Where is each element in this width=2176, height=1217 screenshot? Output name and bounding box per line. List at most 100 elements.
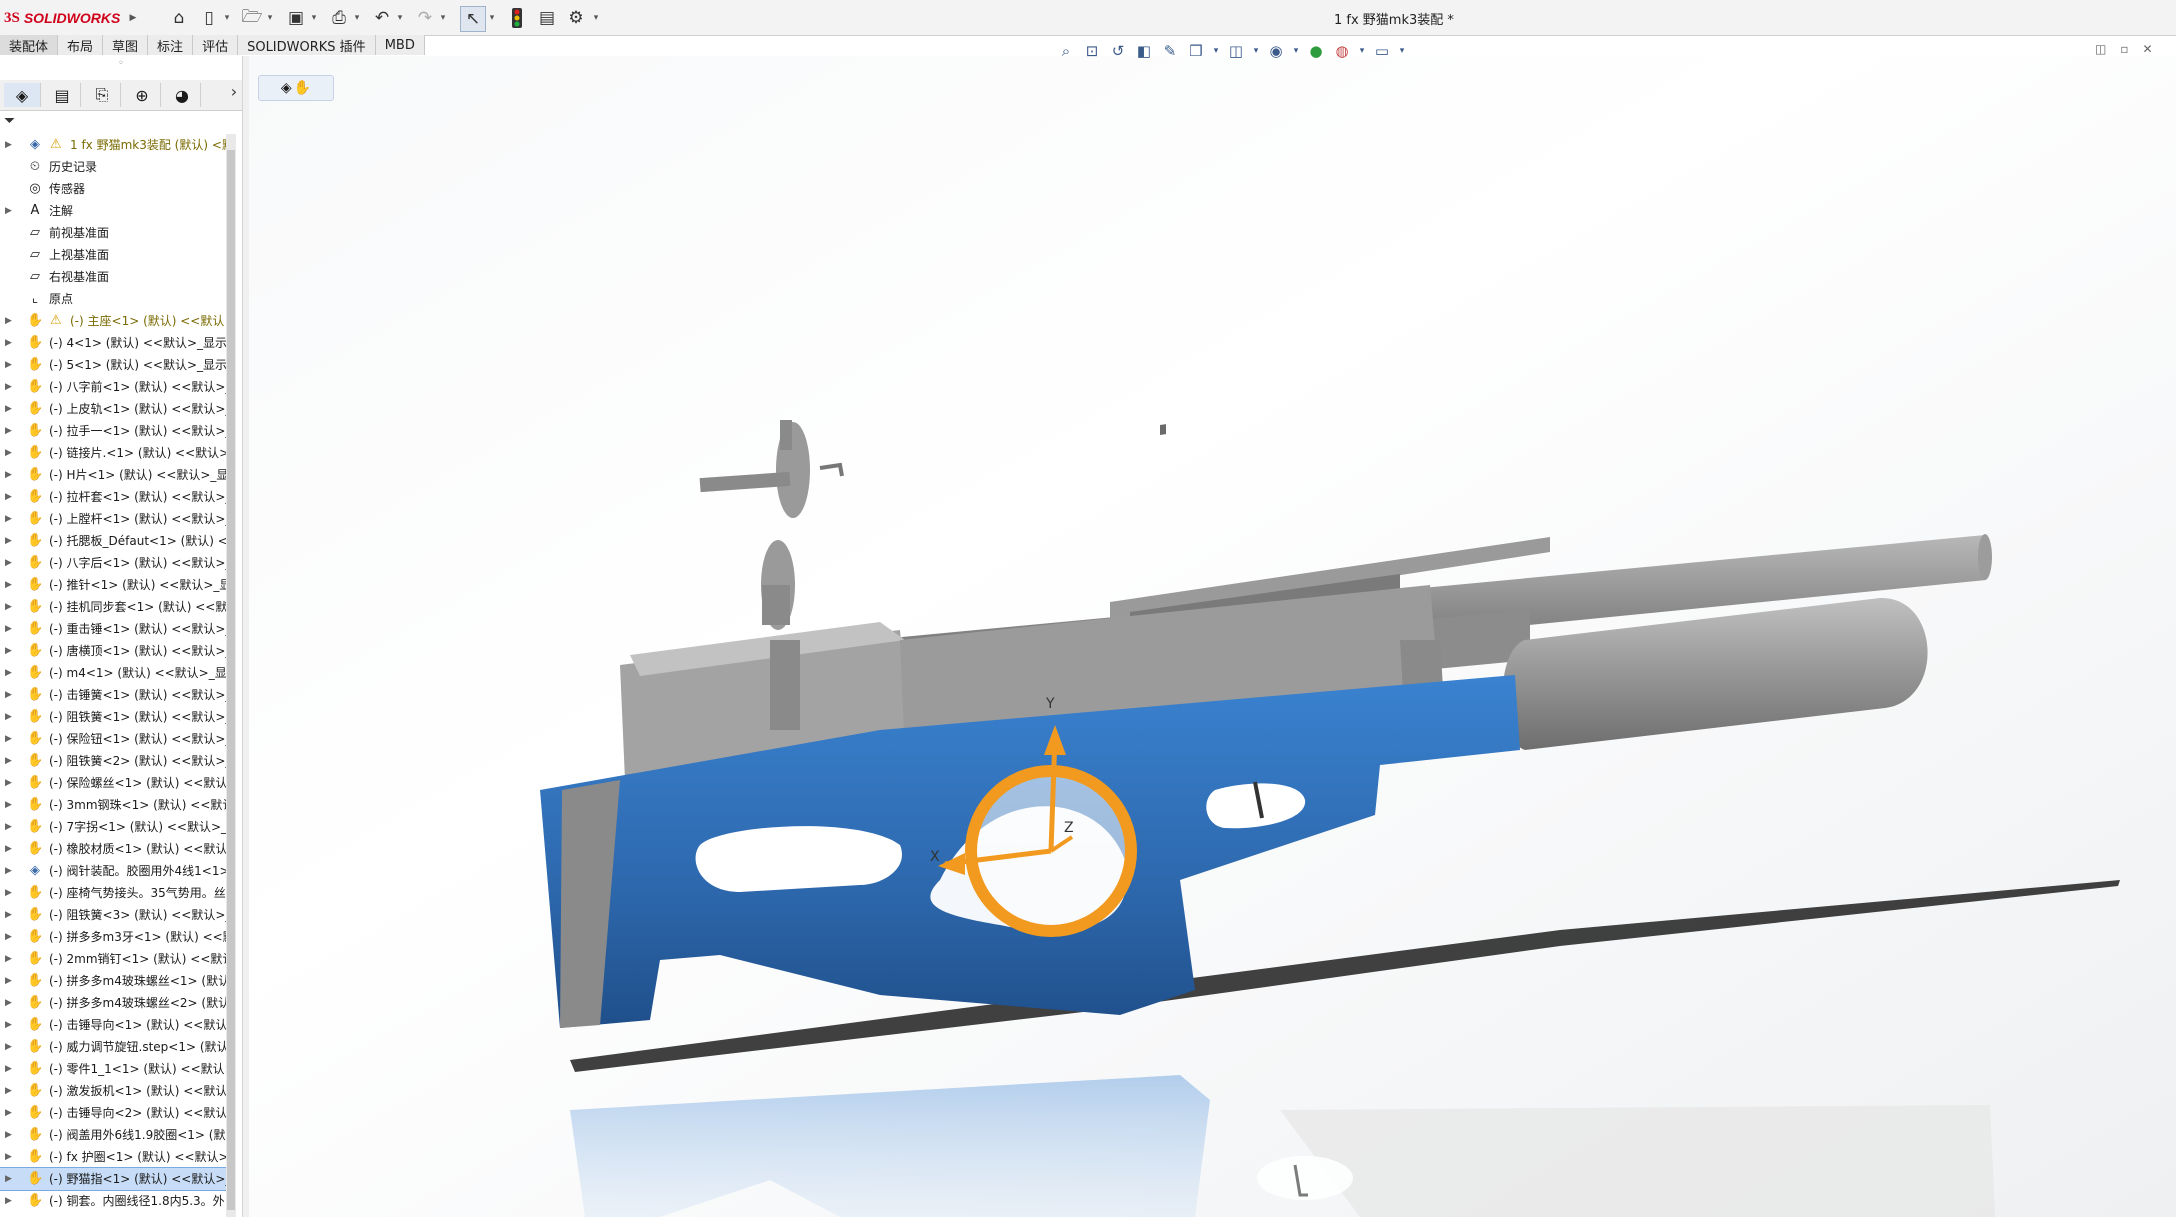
expand-arrow-icon[interactable]: ▶	[5, 1080, 15, 1102]
expand-arrow-icon[interactable]: ▶	[5, 794, 15, 816]
save-icon[interactable]: ▣	[284, 6, 308, 30]
print-icon[interactable]: ⎙	[327, 6, 351, 30]
tree-item[interactable]: ▶ ✋ (-) 7字拐<1> (默认) <<默认>_显	[0, 816, 232, 838]
tab-markup[interactable]: 标注	[148, 35, 194, 55]
expand-arrow-icon[interactable]: ▶	[5, 992, 15, 1014]
expand-arrow-icon[interactable]: ▶	[5, 948, 15, 970]
tree-item[interactable]: ⌞ 原点	[0, 288, 232, 310]
expand-arrow-icon[interactable]: ▶	[5, 706, 15, 728]
expand-arrow-icon[interactable]: ▶	[5, 1168, 15, 1190]
expand-arrow-icon[interactable]: ▶	[5, 728, 15, 750]
tree-item[interactable]: ▶ ✋ (-) 阀盖用外6线1.9胶圈<1> (默认	[0, 1124, 232, 1146]
expand-arrow-icon[interactable]: ▶	[5, 134, 15, 156]
expand-arrow-icon[interactable]: ▶	[5, 574, 15, 596]
logo-menu-arrow-icon[interactable]: ▶	[128, 6, 138, 30]
expand-arrow-icon[interactable]: ▶	[5, 464, 15, 486]
tab-evaluate[interactable]: 评估	[193, 35, 239, 55]
edit-appearance-icon[interactable]: ●	[1305, 40, 1327, 62]
hide-show-dropdown-icon[interactable]: ▾	[1291, 40, 1301, 62]
tree-item[interactable]: ▶ ✋ (-) 阻铁簧<2> (默认) <<默认>_	[0, 750, 232, 772]
tree-item[interactable]: ▶ ✋ (-) 保险钮<1> (默认) <<默认>_	[0, 728, 232, 750]
tree-item[interactable]: ▶ ✋ (-) 击锤导向<1> (默认) <<默认	[0, 1014, 232, 1036]
tree-item[interactable]: ▱ 前视基准面	[0, 222, 232, 244]
expand-arrow-icon[interactable]: ▶	[5, 772, 15, 794]
tree-item[interactable]: ▶ ✋ (-) 阻铁簧<3> (默认) <<默认>_	[0, 904, 232, 926]
panel-expand-arrow-icon[interactable]: ›	[227, 82, 241, 106]
tree-scrollbar-thumb[interactable]	[227, 150, 235, 1210]
tree-item[interactable]: ▶ ✋ (-) 八字前<1> (默认) <<默认>_	[0, 376, 232, 398]
previous-view-icon[interactable]: ↺	[1107, 40, 1129, 62]
new-document-icon[interactable]: ▯	[197, 6, 221, 30]
expand-arrow-icon[interactable]: ▶	[5, 882, 15, 904]
zoom-to-area-icon[interactable]: ⊡	[1081, 40, 1103, 62]
expand-arrow-icon[interactable]: ▶	[5, 354, 15, 376]
rebuild-traffic-light-icon[interactable]	[505, 6, 529, 30]
tree-item[interactable]: ⏲ 历史记录	[0, 156, 232, 178]
expand-arrow-icon[interactable]: ▶	[5, 420, 15, 442]
tree-item[interactable]: ▶ ✋ (-) 托腮板_Défaut<1> (默认) <	[0, 530, 232, 552]
expand-arrow-icon[interactable]: ▶	[5, 1102, 15, 1124]
solidworks-logo[interactable]: 3S SOLIDWORKS	[4, 8, 120, 28]
dynamic-annotation-icon[interactable]: ✎	[1159, 40, 1181, 62]
tree-filter-icon[interactable]: ⏷	[4, 113, 236, 133]
redo-icon[interactable]: ↷	[413, 6, 437, 30]
tree-item[interactable]: ▶ ✋ ⚠ (-) 主座<1> (默认) <<默认	[0, 310, 232, 332]
new-dropdown-icon[interactable]: ▾	[222, 6, 232, 30]
tree-item[interactable]: ▶ ✋ (-) 击锤簧<1> (默认) <<默认>_	[0, 684, 232, 706]
apply-scene-icon[interactable]: ◍	[1331, 40, 1353, 62]
expand-arrow-icon[interactable]: ▶	[5, 816, 15, 838]
expand-arrow-icon[interactable]: ▶	[5, 1124, 15, 1146]
view-orientation-icon[interactable]: ❒	[1185, 40, 1207, 62]
panel-grip-icon[interactable]: ◦	[0, 58, 242, 72]
tree-item[interactable]: ▶ ✋ (-) 上膛杆<1> (默认) <<默认>_	[0, 508, 232, 530]
tree-item[interactable]: ▶ ✋ (-) 推针<1> (默认) <<默认>_显	[0, 574, 232, 596]
expand-arrow-icon[interactable]: ▶	[5, 398, 15, 420]
undo-icon[interactable]: ↶	[370, 6, 394, 30]
expand-arrow-icon[interactable]: ▶	[5, 904, 15, 926]
undo-dropdown-icon[interactable]: ▾	[395, 6, 405, 30]
open-folder-icon[interactable]: 🗁	[240, 6, 264, 30]
tab-addins[interactable]: SOLIDWORKS 插件	[238, 35, 376, 55]
part-breadcrumb-icon[interactable]: ✋	[294, 80, 311, 96]
home-icon[interactable]: ⌂	[167, 6, 191, 30]
tree-item[interactable]: ▶ ✋ (-) 重击锤<1> (默认) <<默认>_	[0, 618, 232, 640]
expand-arrow-icon[interactable]: ▶	[5, 310, 15, 332]
tree-item[interactable]: ▶ ✋ (-) m4<1> (默认) <<默认>_显示	[0, 662, 232, 684]
tree-item[interactable]: ▶ ✋ (-) 阻铁簧<1> (默认) <<默认>_	[0, 706, 232, 728]
zoom-to-fit-icon[interactable]: ⌕	[1055, 40, 1077, 62]
expand-arrow-icon[interactable]: ▶	[5, 596, 15, 618]
tree-item[interactable]: ▱ 上视基准面	[0, 244, 232, 266]
expand-arrow-icon[interactable]: ▶	[5, 684, 15, 706]
model-render[interactable]	[249, 56, 2176, 1217]
expand-arrow-icon[interactable]: ▶	[5, 618, 15, 640]
expand-arrow-icon[interactable]: ▶	[5, 1146, 15, 1168]
save-dropdown-icon[interactable]: ▾	[309, 6, 319, 30]
expand-arrow-icon[interactable]: ▶	[5, 486, 15, 508]
tree-item[interactable]: ▶ A 注解	[0, 200, 232, 222]
selection-breadcrumb[interactable]: ◈ ✋	[258, 75, 334, 101]
expand-arrow-icon[interactable]: ▶	[5, 332, 15, 354]
tree-item[interactable]: ▶ ✋ (-) 链接片.<1> (默认) <<默认>_	[0, 442, 232, 464]
tree-item[interactable]: ▶ ✋ (-) 保险螺丝<1> (默认) <<默认	[0, 772, 232, 794]
restore-window-icon[interactable]: ◫	[2095, 42, 2106, 56]
tree-item[interactable]: ▶ ✋ (-) 2mm销钉<1> (默认) <<默认	[0, 948, 232, 970]
tree-item[interactable]: ▶ ✋ (-) 铜套。内圈线径1.8内5.3。外	[0, 1190, 232, 1212]
tab-layout[interactable]: 布局	[58, 35, 104, 55]
tree-item[interactable]: ▶ ✋ (-) 座椅气势接头。35气势用。丝	[0, 882, 232, 904]
expand-arrow-icon[interactable]: ▶	[5, 1190, 15, 1212]
tree-item[interactable]: ▶ ✋ (-) 拉手一<1> (默认) <<默认>_	[0, 420, 232, 442]
options-dropdown-icon[interactable]: ▾	[591, 6, 601, 30]
tree-item[interactable]: ▶ ✋ (-) 野猫指<1> (默认) <<默认>_	[0, 1167, 232, 1191]
tree-item[interactable]: ▶ ✋ (-) 5<1> (默认) <<默认>_显示状	[0, 354, 232, 376]
tree-item[interactable]: ▶ ✋ (-) 橡胶材质<1> (默认) <<默认	[0, 838, 232, 860]
expand-arrow-icon[interactable]: ▶	[5, 1036, 15, 1058]
tab-mbd[interactable]: MBD	[375, 35, 425, 55]
tree-item[interactable]: ▶ ✋ (-) 拼多多m3牙<1> (默认) <<默	[0, 926, 232, 948]
hide-show-items-icon[interactable]: ◉	[1265, 40, 1287, 62]
tree-root-assembly[interactable]: ▶ ◈ ⚠ 1 fx 野猫mk3装配 (默认) <默认	[0, 134, 232, 156]
select-dropdown-icon[interactable]: ▾	[487, 6, 497, 30]
expand-arrow-icon[interactable]: ▶	[5, 1058, 15, 1080]
tree-item[interactable]: ▶ ✋ (-) 4<1> (默认) <<默认>_显示状	[0, 332, 232, 354]
tree-item[interactable]: ▶ ✋ (-) 击锤导向<2> (默认) <<默认	[0, 1102, 232, 1124]
tree-item[interactable]: ◎ 传感器	[0, 178, 232, 200]
